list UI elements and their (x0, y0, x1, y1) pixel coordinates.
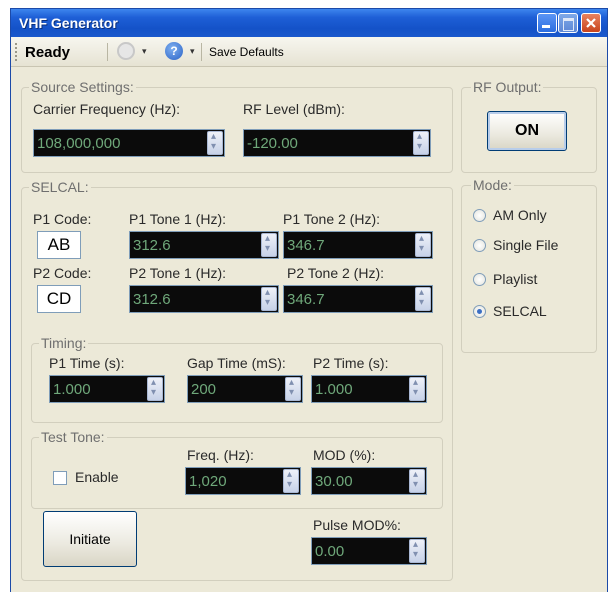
close-icon (586, 18, 596, 28)
gap-time-spinner[interactable] (285, 377, 301, 401)
save-defaults-button[interactable]: Save Defaults (209, 45, 284, 59)
close-button[interactable] (581, 13, 601, 33)
p1-tone2-field[interactable]: 346.7 (283, 231, 433, 259)
p2-tone2-spinner[interactable] (415, 287, 431, 311)
p1-time-field[interactable]: 1.000 (49, 375, 165, 403)
gear-icon[interactable] (117, 42, 135, 60)
initiate-button[interactable]: Initiate (43, 511, 137, 567)
source-settings-legend: Source Settings: (29, 79, 136, 95)
top-strip (0, 0, 612, 8)
gap-time-value: 200 (191, 381, 217, 398)
p2-time-value: 1.000 (315, 381, 353, 398)
gap-time-field[interactable]: 200 (187, 375, 303, 403)
selcal-legend: SELCAL: (29, 179, 91, 195)
rf-level-value: -120.00 (247, 135, 298, 152)
mod-spinner[interactable] (409, 469, 425, 493)
title-bar[interactable]: VHF Generator (11, 9, 607, 37)
p2-tone1-label: P2 Tone 1 (Hz): (129, 265, 227, 281)
p1-tone2-spinner[interactable] (415, 233, 431, 257)
maximize-button[interactable] (558, 13, 578, 33)
pulse-mod-field[interactable]: 0.00 (311, 537, 427, 565)
p1-code-field[interactable]: AB (37, 231, 81, 259)
p2-code-label: P2 Code: (33, 265, 92, 281)
carrier-frequency-spinner[interactable] (207, 131, 223, 155)
test-tone-legend: Test Tone: (39, 429, 107, 445)
p2-time-field[interactable]: 1.000 (311, 375, 427, 403)
p2-tone1-value: 312.6 (133, 291, 171, 308)
mod-value: 30.00 (315, 473, 353, 490)
gap-time-label: Gap Time (mS): (187, 355, 286, 371)
help-dropdown-icon[interactable]: ▾ (190, 46, 195, 57)
radio-playlist[interactable] (473, 273, 486, 286)
p2-tone1-spinner[interactable] (261, 287, 277, 311)
radio-am-only[interactable] (473, 209, 486, 222)
carrier-frequency-field[interactable]: 108,000,000 (33, 129, 225, 157)
freq-value: 1,020 (189, 473, 227, 490)
p1-tone1-spinner[interactable] (261, 233, 277, 257)
freq-label: Freq. (Hz): (187, 447, 254, 463)
p2-tone1-field[interactable]: 312.6 (129, 285, 279, 313)
enable-checkbox[interactable] (53, 471, 67, 485)
radio-selcal[interactable] (473, 305, 486, 318)
p1-code-label: P1 Code: (33, 211, 92, 227)
p1-tone1-label: P1 Tone 1 (Hz): (129, 211, 227, 227)
window-title: VHF Generator (19, 15, 118, 31)
p2-tone2-field[interactable]: 346.7 (283, 285, 433, 313)
p2-time-label: P2 Time (s): (313, 355, 389, 371)
p1-time-label: P1 Time (s): (49, 355, 125, 371)
rf-output-on-button[interactable]: ON (487, 111, 567, 151)
radio-single-file[interactable] (473, 239, 486, 252)
pulse-mod-value: 0.00 (315, 543, 345, 560)
p1-tone1-field[interactable]: 312.6 (129, 231, 279, 259)
p1-time-value: 1.000 (53, 381, 91, 398)
toolbar-separator (107, 43, 108, 61)
carrier-frequency-value: 108,000,000 (37, 135, 121, 152)
p1-tone1-value: 312.6 (133, 237, 171, 254)
mod-field[interactable]: 30.00 (311, 467, 427, 495)
maximize-icon (559, 14, 577, 32)
p1-tone2-value: 346.7 (287, 237, 325, 254)
mode-option-label: Playlist (493, 271, 538, 287)
minimize-icon (538, 14, 556, 32)
rf-output-legend: RF Output: (471, 79, 544, 95)
p2-tone2-value: 346.7 (287, 291, 325, 308)
rf-level-spinner[interactable] (413, 131, 429, 155)
help-icon[interactable]: ? (165, 42, 183, 60)
mode-option-label: Single File (493, 237, 559, 253)
mode-option-label: SELCAL (493, 303, 547, 319)
toolbar: Ready ▾ ? ▾ Save Defaults (11, 37, 607, 67)
freq-spinner[interactable] (283, 469, 299, 493)
toolbar-separator (201, 43, 202, 61)
p2-time-spinner[interactable] (409, 377, 425, 401)
timing-legend: Timing: (39, 335, 89, 351)
p2-code-field[interactable]: CD (37, 285, 81, 313)
rf-level-label: RF Level (dBm): (243, 101, 345, 117)
p1-tone2-label: P1 Tone 2 (Hz): (283, 211, 381, 227)
freq-field[interactable]: 1,020 (185, 467, 301, 495)
pulse-mod-label: Pulse MOD%: (313, 517, 401, 533)
p1-time-spinner[interactable] (147, 377, 163, 401)
minimize-button[interactable] (537, 13, 557, 33)
mode-legend: Mode: (471, 177, 514, 193)
gear-dropdown-icon[interactable]: ▾ (142, 46, 147, 57)
mod-label: MOD (%): (313, 447, 376, 463)
p2-tone2-label: P2 Tone 2 (Hz): (287, 265, 385, 281)
status-label: Ready (25, 44, 71, 61)
pulse-mod-spinner[interactable] (409, 539, 425, 563)
rf-level-field[interactable]: -120.00 (243, 129, 431, 157)
mode-option-label: AM Only (493, 207, 547, 223)
carrier-frequency-label: Carrier Frequency (Hz): (33, 101, 181, 117)
toolbar-grip[interactable] (15, 43, 18, 61)
enable-label[interactable]: Enable (75, 469, 119, 485)
vhf-generator-window: VHF Generator Ready ▾ ? ▾ Save Defaults … (10, 8, 608, 592)
